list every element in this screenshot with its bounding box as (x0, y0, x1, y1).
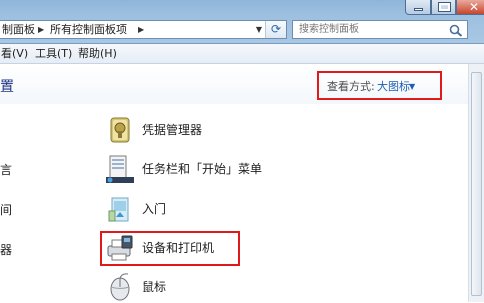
refresh-icon: ⟳ (270, 22, 282, 36)
refresh-button[interactable]: ⟳ (265, 21, 286, 38)
getting-started-item[interactable]: 入门 (104, 193, 304, 225)
devices-printers-highlight-box (100, 231, 240, 266)
breadcrumb-separator-icon[interactable]: ▶ (138, 23, 144, 37)
menu-help[interactable]: 帮助(H) (78, 46, 117, 61)
breadcrumb-all-items[interactable]: 所有控制面板项 (50, 23, 127, 37)
left-column-item[interactable]: 言 (0, 162, 12, 178)
view-by-highlight-box (317, 71, 442, 100)
getting-started-label: 入门 (142, 202, 167, 216)
mouse-label: 鼠标 (142, 280, 167, 294)
left-column-item[interactable]: 间 (0, 202, 12, 218)
taskbar-start-menu-item[interactable]: 任务栏和「开始」菜单 (104, 153, 304, 185)
window-titlebar: ✕ 制面板 ▶ 所有控制面板项 ▶ ▼ ⟳ (0, 0, 484, 44)
page-title: 置 (0, 79, 14, 95)
menu-view[interactable]: 看(V) (1, 46, 28, 61)
taskbar-start-menu-icon (106, 155, 134, 183)
credential-manager-icon (110, 117, 130, 143)
search-input[interactable] (293, 21, 443, 38)
close-button[interactable]: ✕ (456, 0, 484, 15)
taskbar-start-menu-label: 任务栏和「开始」菜单 (142, 162, 263, 176)
search-box[interactable] (292, 20, 468, 39)
vertical-scrollbar[interactable] (468, 64, 484, 302)
maximize-button[interactable] (431, 0, 456, 15)
credential-manager-item[interactable]: 凭据管理器 (104, 114, 304, 146)
minimize-icon (414, 8, 423, 11)
content-header: 置 查看方式: 大图标 ▼ (0, 64, 484, 104)
credential-manager-label: 凭据管理器 (142, 123, 203, 137)
menu-tools[interactable]: 工具(T) (35, 46, 72, 61)
left-column-item[interactable]: 器 (0, 242, 12, 258)
address-history-dropdown-icon[interactable]: ▼ (254, 23, 264, 37)
window-caption-buttons: ✕ (405, 0, 484, 15)
control-panel-content: 置 查看方式: 大图标 ▼ 言 间 器 凭据管理器 任务栏和「开始」菜单 入门 … (0, 64, 484, 302)
address-bar[interactable]: 制面板 ▶ 所有控制面板项 ▶ ▼ ⟳ (0, 20, 287, 39)
maximize-icon (438, 2, 451, 12)
mouse-item[interactable]: 鼠标 (104, 271, 304, 303)
mouse-icon (110, 273, 130, 301)
close-icon: ✕ (469, 0, 480, 14)
minimize-button[interactable] (405, 0, 431, 15)
menu-bar: 看(V) 工具(T) 帮助(H) (0, 44, 484, 64)
scrollbar-thumb[interactable] (471, 72, 482, 296)
breadcrumb-control-panel[interactable]: 制面板 (2, 23, 35, 37)
getting-started-icon (108, 197, 129, 222)
breadcrumb-separator-icon[interactable]: ▶ (38, 23, 44, 37)
search-icon[interactable] (449, 24, 463, 37)
